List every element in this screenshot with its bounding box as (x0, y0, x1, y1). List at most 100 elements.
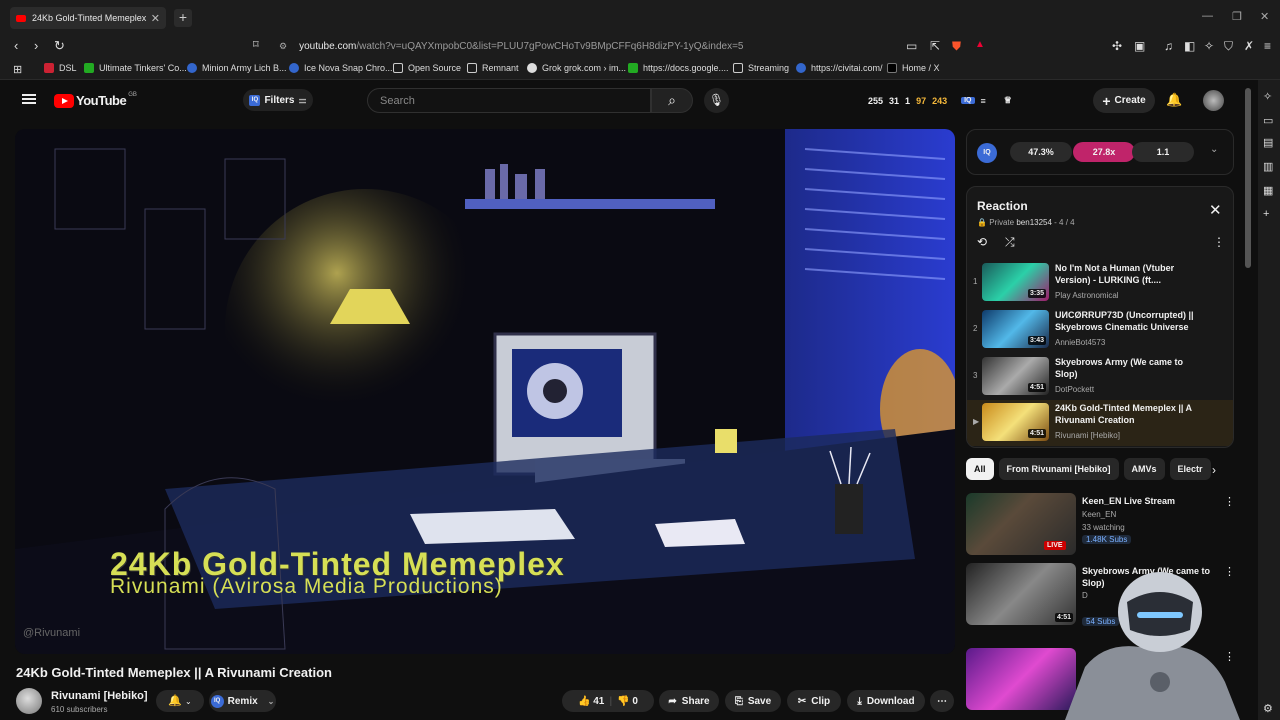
bookmark-folder-open-source[interactable]: Open Source (393, 63, 461, 73)
search-button[interactable]: ⌕ (651, 88, 693, 113)
vpn-icon[interactable]: ⛉ (1224, 39, 1233, 54)
thumbnail: LIVE (966, 493, 1076, 555)
apps-icon[interactable]: ⊞ (13, 63, 22, 76)
chevron-down-icon: ⌄ (185, 697, 192, 706)
history-icon[interactable]: ▤ (1263, 136, 1273, 149)
trophy-icon[interactable]: ♕ (1004, 95, 1012, 106)
bookmark-folder-streaming[interactable]: Streaming (733, 63, 789, 73)
now-playing-icon: ▶ (973, 417, 980, 426)
robot-overlay-image (1065, 572, 1240, 720)
like-button[interactable]: 👍 41 (578, 696, 604, 707)
tab-title: 24Kb Gold-Tinted Memeplex || A (32, 13, 147, 23)
back-icon[interactable]: ‹ (14, 38, 18, 53)
dislike-button[interactable]: 👎 0 (617, 696, 638, 707)
notification-bell-button[interactable]: 🔔 ⌄ (156, 690, 204, 712)
stat-1: 255 (868, 95, 884, 106)
bookmark-x[interactable]: Home / X (887, 63, 940, 73)
close-tab-icon[interactable]: ✕ (151, 12, 160, 25)
filters-button[interactable]: IQ Filters ⚌ (243, 89, 313, 111)
chip-all[interactable]: All (966, 458, 994, 480)
reading-list-icon[interactable]: ▭ (1263, 114, 1273, 127)
playlist-item[interactable]: 2 3:43 UИCØRRUP73D (Uncorrupted) || Skye… (967, 307, 1233, 353)
clip-button[interactable]: ✂ Clip (787, 690, 841, 712)
add-sidebar-item-icon[interactable]: + (1263, 208, 1269, 220)
menu-icon[interactable]: ≡ (1264, 39, 1271, 53)
chevron-down-icon[interactable]: ⌄ (1210, 144, 1218, 155)
bookmark-2[interactable]: Ultimate Tinkers' Co... (84, 63, 187, 73)
more-actions-button[interactable]: ⋯ (930, 690, 954, 712)
chip-electronic[interactable]: Electr (1169, 458, 1211, 480)
bookmark-docs[interactable]: https://docs.google.... (628, 63, 729, 73)
wallet-icon[interactable]: ✗ (1244, 39, 1254, 53)
thumbnail: 3:43 (982, 310, 1049, 348)
share-button[interactable]: ➦ Share (659, 690, 719, 712)
forward-icon[interactable]: › (34, 38, 38, 53)
close-icon[interactable]: ✕ (1209, 201, 1222, 219)
close-window-icon[interactable]: ✕ (1260, 10, 1269, 23)
sliders-icon: ⚌ (298, 94, 307, 105)
playlist-item-current[interactable]: ▶ 4:51 24Kb Gold-Tinted Memeplex || A Ri… (967, 400, 1233, 446)
extensions-icon[interactable]: ✣ (1112, 39, 1122, 53)
ext-stats: 255 31 1 97 243 IQ ≡ ♕ (868, 95, 1012, 106)
bookmark-civitai[interactable]: https://civitai.com/ (796, 63, 883, 73)
url-host: youtube.com (299, 40, 357, 52)
notes-icon[interactable]: ▦ (1263, 184, 1273, 197)
loop-icon[interactable]: ⟲ (977, 235, 987, 249)
create-button[interactable]: + Create (1093, 88, 1155, 113)
playlist-title[interactable]: Reaction (977, 199, 1028, 213)
notifications-icon[interactable]: 🔔 (1166, 92, 1182, 108)
video-watermark: @Rivunami (23, 627, 81, 639)
address-toolbar: ‹ › ↻ ⌑ ⚙ youtube.com/watch?v=uQAYXmpobC… (0, 34, 1280, 58)
account-avatar[interactable] (1203, 90, 1224, 111)
cast-icon[interactable]: ▭ (906, 39, 917, 53)
download-button[interactable]: ⤓ Download (847, 690, 925, 712)
browser-tab-active[interactable]: 24Kb Gold-Tinted Memeplex || A ✕ (10, 7, 166, 29)
split-view-icon[interactable]: ◧ (1184, 39, 1195, 53)
bookmark-4[interactable]: Ice Nova Snap Chro... (289, 63, 393, 73)
remix-button[interactable]: IQ Remix ⌄ (209, 690, 276, 712)
share-icon: ➦ (668, 695, 677, 707)
guide-menu-icon[interactable] (22, 94, 36, 104)
iq-icon: IQ (210, 694, 224, 708)
chip-amvs[interactable]: AMVs (1123, 458, 1165, 480)
bookmark-1[interactable]: DSL (44, 63, 77, 73)
iq-icon[interactable]: IQ (961, 97, 975, 104)
restore-icon[interactable]: ❐ (1232, 10, 1242, 23)
bookmark-folder-remnant[interactable]: Remnant (467, 63, 519, 73)
leo-sidebar-icon[interactable]: ✧ (1263, 90, 1272, 103)
minimize-icon[interactable]: — (1202, 10, 1213, 22)
site-info-icon[interactable]: ⚙ (279, 41, 287, 52)
playlist-item[interactable]: 1 3:35 No I'm Not a Human (Vtuber Versio… (967, 260, 1233, 306)
settings-icon[interactable]: ⚙ (1263, 702, 1273, 715)
sidebar-toggle-icon[interactable]: ▣ (1134, 39, 1145, 53)
search-input[interactable]: Search (367, 88, 651, 113)
shuffle-icon[interactable]: ⤮ (1005, 235, 1015, 250)
stat-2: 31 (889, 95, 900, 106)
reload-icon[interactable]: ↻ (54, 38, 65, 54)
playlist-item[interactable]: 3 4:51 Skyebrows Army (We came to Slop) … (967, 354, 1233, 400)
bookmark-grok[interactable]: Grok grok.com › im... (527, 63, 626, 73)
youtube-logo[interactable]: YouTube GB (54, 92, 137, 108)
new-tab-button[interactable]: + (174, 9, 192, 27)
save-icon: ⎘ (734, 695, 743, 707)
media-icon[interactable]: ♫ (1164, 39, 1173, 53)
voice-search-icon[interactable]: 🎙 (704, 88, 729, 113)
page-scrollbar[interactable] (1245, 88, 1251, 268)
brave-rewards-icon[interactable]: ▲ (975, 39, 985, 50)
bookmarks-sidebar-icon[interactable]: ▥ (1263, 160, 1273, 173)
more-vert-icon[interactable]: ⋮ (1224, 495, 1235, 508)
share-page-icon[interactable]: ⇱ (930, 39, 940, 53)
channel-name[interactable]: Rivunami [Hebiko] (51, 690, 148, 702)
list-icon[interactable]: ≡ (981, 96, 986, 106)
leo-icon[interactable]: ✧ (1204, 39, 1214, 53)
channel-avatar[interactable] (16, 688, 42, 714)
recommended-video[interactable]: LIVE Keen_EN Live Stream Keen_EN 33 watc… (966, 493, 1235, 557)
chevron-right-icon[interactable]: › (1212, 463, 1216, 477)
video-player[interactable]: 24Kb Gold-Tinted Memeplex Rivunami (Avir… (15, 129, 955, 654)
brave-shield-icon[interactable]: ⛊ (952, 39, 961, 54)
chip-from-channel[interactable]: From Rivunami [Hebiko] (998, 458, 1119, 480)
more-vert-icon[interactable]: ⋮ (1213, 235, 1225, 249)
bookmark-3[interactable]: Minion Army Lich B... (187, 63, 287, 73)
save-button[interactable]: ⎘ Save (725, 690, 781, 712)
address-bar[interactable]: ⚙ youtube.com/watch?v=uQAYXmpobC0&list=P… (246, 36, 996, 56)
